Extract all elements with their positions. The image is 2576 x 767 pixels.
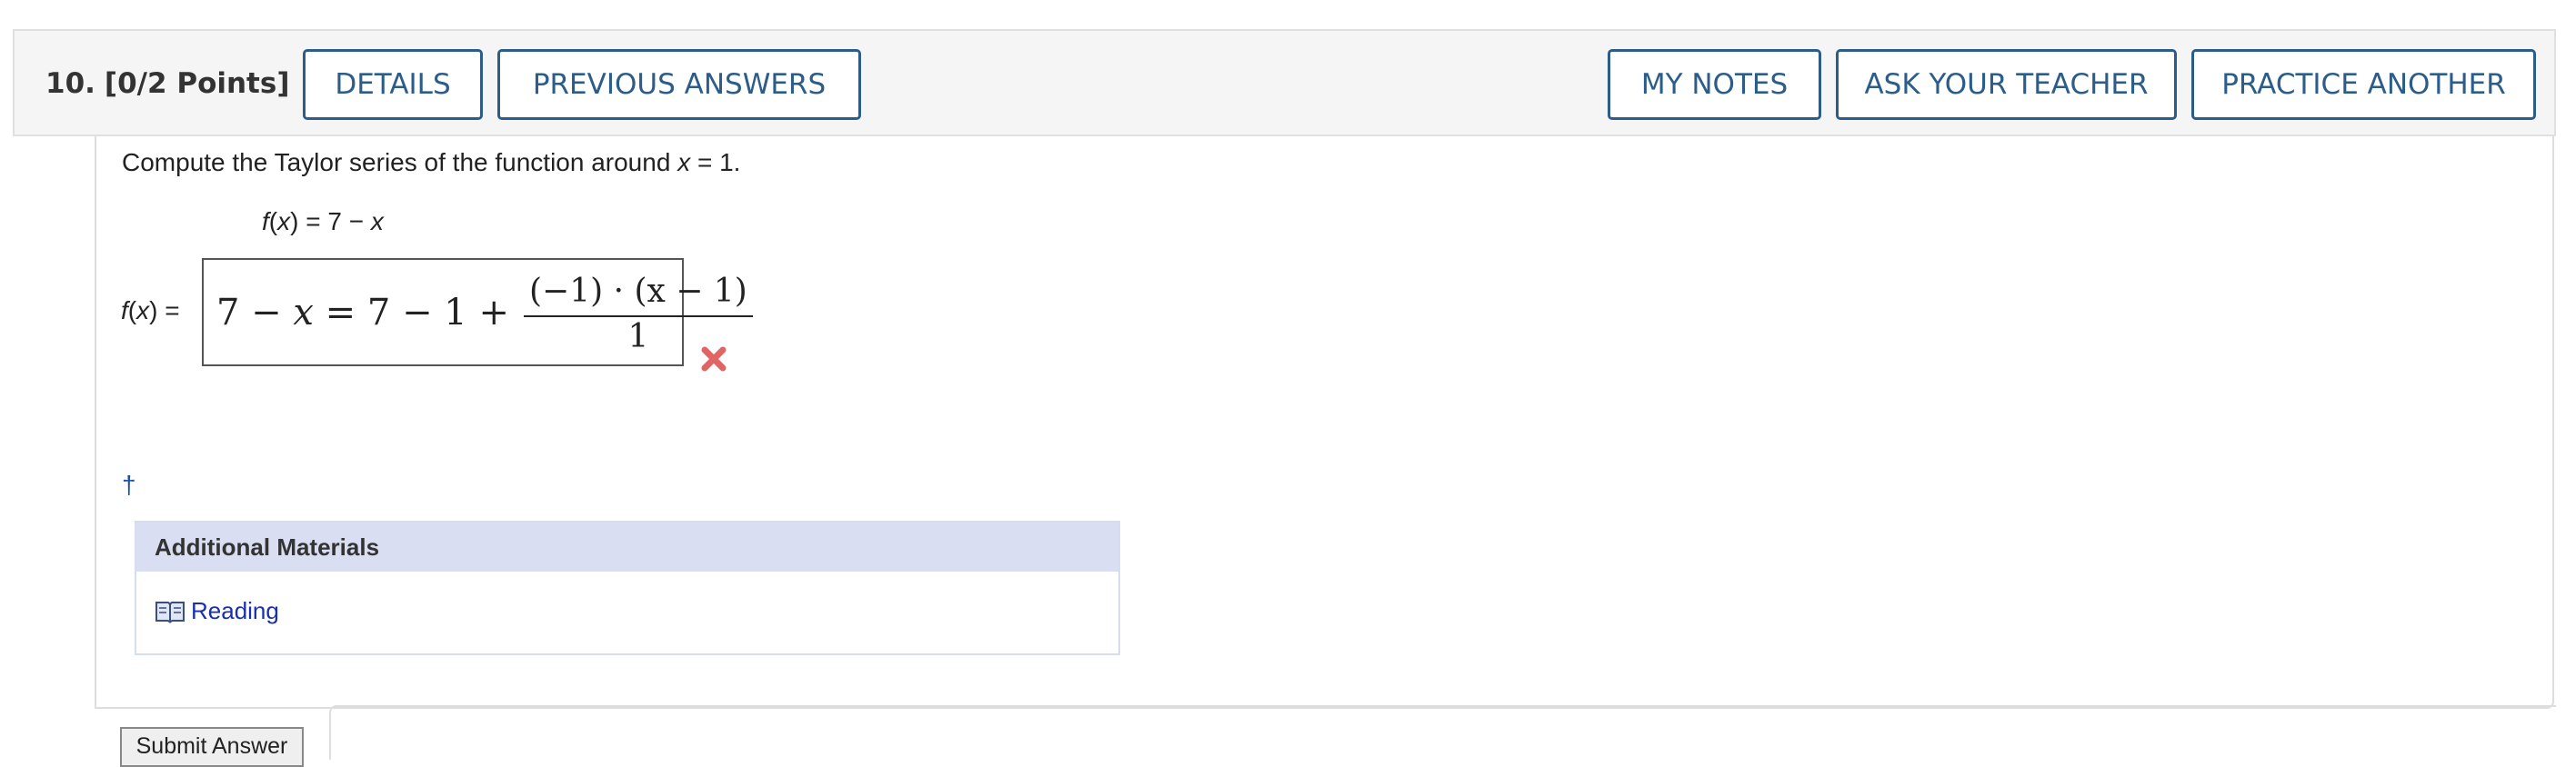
details-button[interactable]: DETAILS [303, 49, 483, 120]
answer-label-open-paren: ( [127, 296, 137, 324]
prompt-expansion-point: = 1. [690, 148, 741, 176]
answer-expression: 7 − x = 7 − 1 + [216, 292, 509, 334]
additional-materials-panel: Additional Materials Reading [135, 521, 1120, 655]
question-header: 10. [0/2 Points] DETAILS PREVIOUS ANSWERS… [13, 29, 2556, 136]
question-prompt: Compute the Taylor series of the functio… [122, 148, 740, 177]
question-number: 10. [45, 67, 95, 100]
answer-label-f: f [121, 296, 128, 324]
reading-link[interactable]: Reading [155, 597, 279, 625]
answer-label: f(x) = [121, 296, 180, 325]
incorrect-x-icon [701, 346, 727, 372]
submit-area-frame [329, 705, 2556, 760]
answer-input[interactable]: 7 − x = 7 − 1 + (−1) · (x − 1) 1 [202, 258, 753, 366]
question-title: 10. [0/2 Points] [45, 31, 290, 136]
answer-expr-lead: 7 − [216, 291, 294, 334]
prompt-text: Compute the Taylor series of the functio… [122, 148, 678, 176]
my-notes-button[interactable]: MY NOTES [1608, 49, 1821, 120]
answer-label-eq: ) = [149, 296, 180, 324]
reading-link-label[interactable]: Reading [191, 597, 279, 625]
fraction-numerator: (−1) · (x − 1) [529, 272, 747, 310]
given-function-arg: x [277, 207, 291, 235]
question-points: [0/2 Points] [104, 67, 290, 100]
fraction-denominator: 1 [627, 317, 649, 355]
given-function-rhs-var: x [370, 207, 384, 235]
given-function: f(x) = 7 − x [262, 207, 384, 236]
answer-fraction: (−1) · (x − 1) 1 [524, 272, 753, 354]
given-function-name: f [262, 207, 269, 235]
prompt-variable: x [677, 148, 691, 176]
given-function-rhs: = 7 − [298, 207, 371, 235]
ask-your-teacher-button[interactable]: ASK YOUR TEACHER [1836, 49, 2177, 120]
answer-expr-rest: = 7 − 1 + [313, 291, 509, 334]
answer-label-x: x [136, 296, 150, 324]
previous-answers-button[interactable]: PREVIOUS ANSWERS [497, 49, 861, 120]
additional-materials-heading: Additional Materials [136, 523, 1118, 572]
answer-expr-var: x [293, 291, 314, 334]
practice-another-button[interactable]: PRACTICE ANOTHER [2191, 49, 2536, 120]
footnote-dagger: † [122, 471, 136, 499]
submit-answer-button[interactable]: Submit Answer [120, 727, 304, 767]
given-open-paren: ( [268, 207, 278, 235]
book-icon [155, 601, 185, 623]
